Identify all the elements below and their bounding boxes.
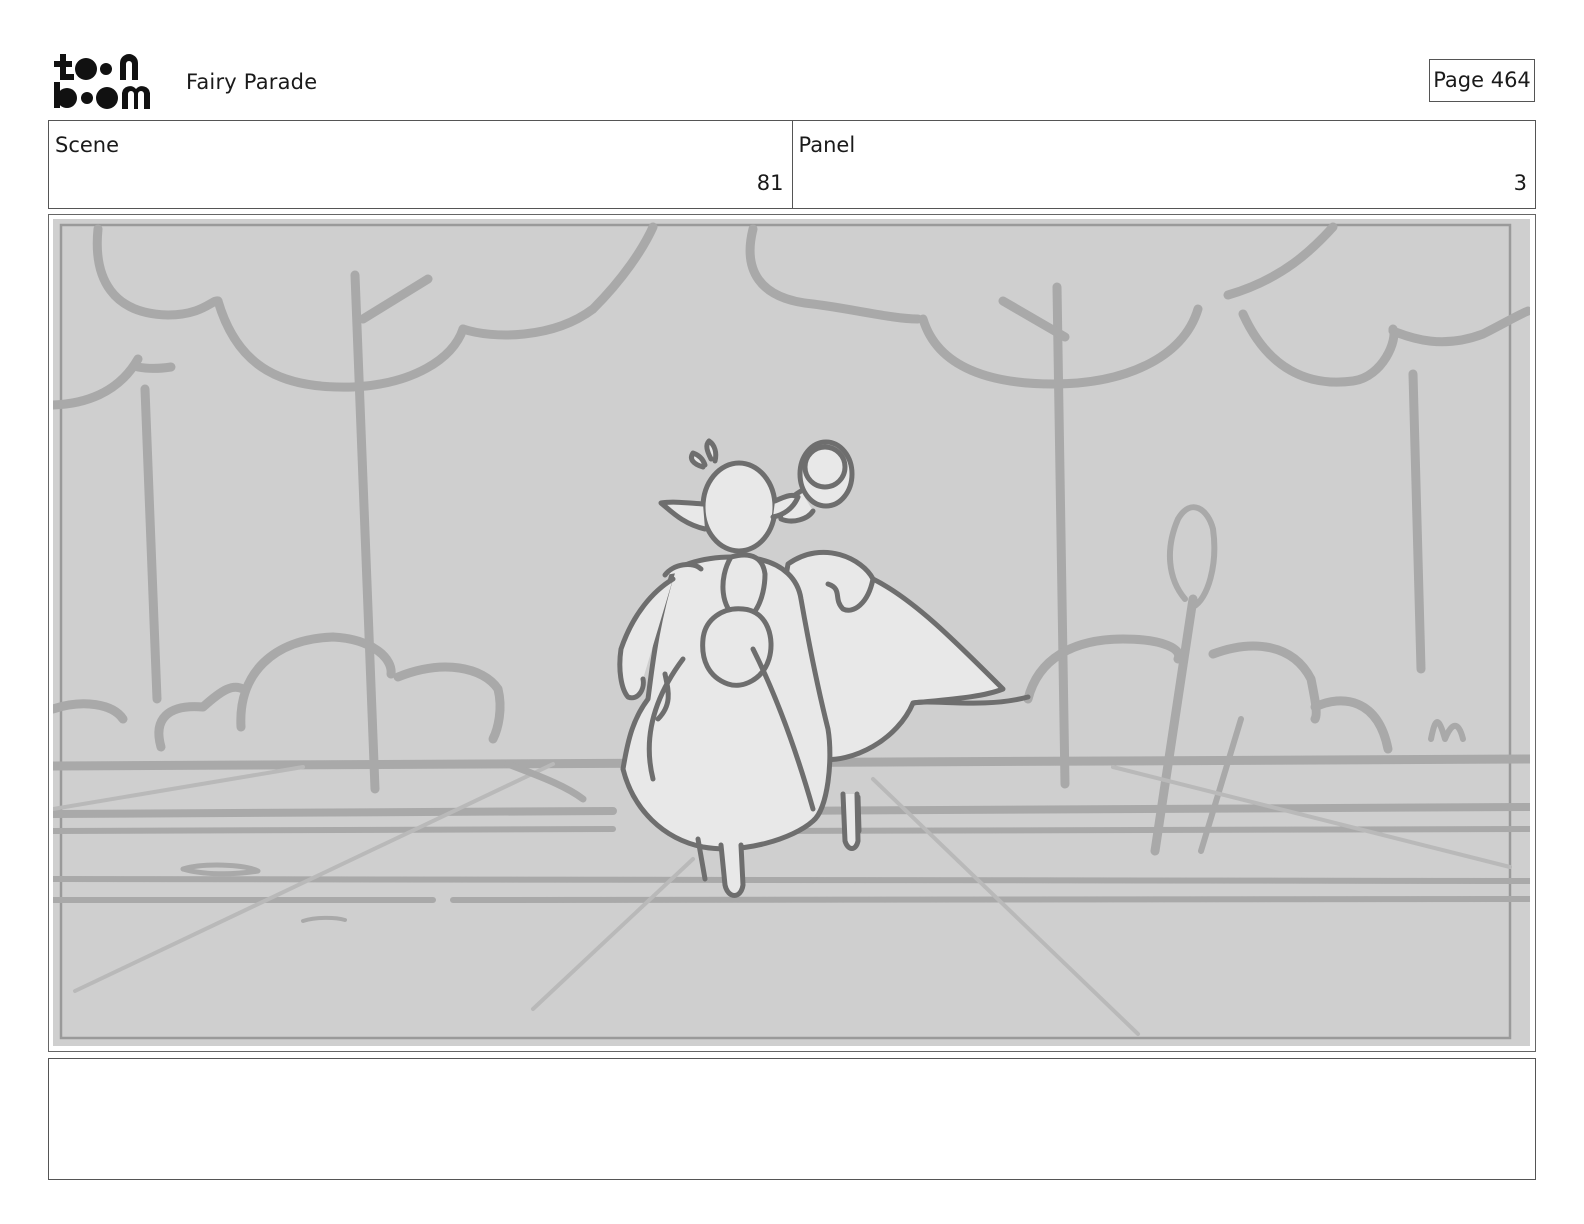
storyboard-panel-frame [48, 214, 1536, 1052]
panel-notes-box [48, 1058, 1536, 1180]
scene-panel-info-row: Scene 81 Panel 3 [48, 120, 1536, 209]
panel-cell: Panel 3 [791, 121, 1536, 208]
scene-cell: Scene 81 [49, 121, 792, 208]
panel-number: 3 [1513, 171, 1527, 195]
toonboom-logo [52, 52, 164, 110]
storyboard-drawing [53, 219, 1530, 1046]
panel-label: Panel [798, 133, 856, 157]
scene-label: Scene [55, 133, 120, 157]
project-title: Fairy Parade [186, 70, 318, 94]
page-number-label: Page 464 [1429, 59, 1535, 102]
scene-number: 81 [756, 171, 784, 195]
